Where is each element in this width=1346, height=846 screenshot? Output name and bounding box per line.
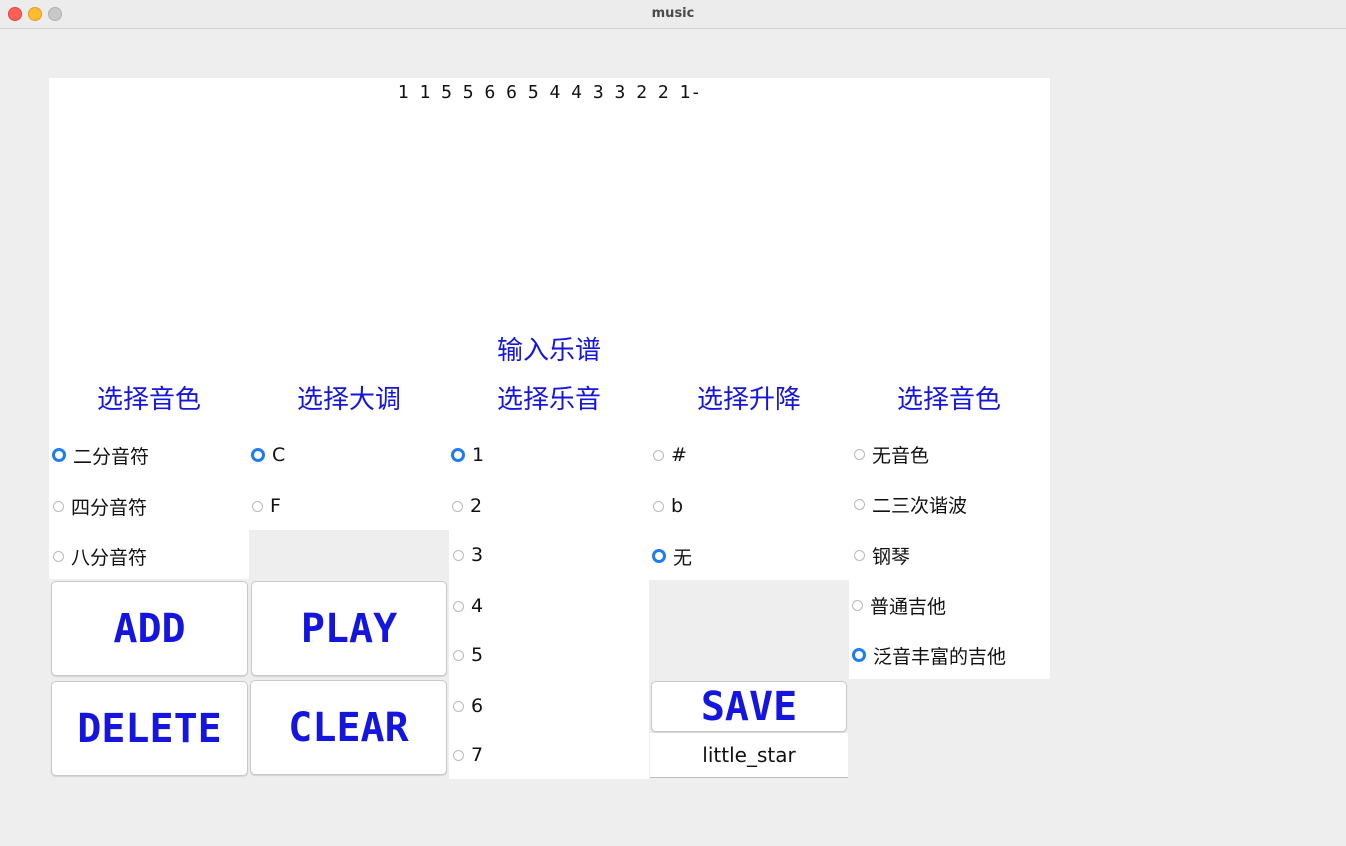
radio-label: b (671, 495, 684, 517)
radio-button-icon[interactable] (653, 500, 664, 512)
radio-label: 3 (471, 544, 484, 566)
radio-label: F (270, 495, 281, 517)
input-score-heading: 输入乐谱 (496, 336, 601, 366)
column-title-tone: 选择乐音 (496, 385, 601, 415)
radio-button-icon[interactable] (53, 550, 64, 562)
radio-label: 7 (471, 744, 484, 766)
radio-button-icon[interactable] (652, 549, 666, 563)
column-title-key: 选择大调 (296, 385, 401, 415)
radio-label: 钢琴 (872, 545, 911, 568)
radio-rich-guitar[interactable]: 泛音丰富的吉他 (852, 643, 1007, 668)
radio-label: 二分音符 (73, 445, 150, 468)
radio-button-icon[interactable] (854, 498, 865, 510)
radio-label: # (671, 444, 687, 466)
radio-label: 2 (470, 495, 483, 517)
delete-button[interactable]: DELETE (51, 681, 248, 776)
filename-field[interactable]: little_star (650, 733, 848, 778)
play-button[interactable]: PLAY (251, 581, 447, 676)
radio-button-icon[interactable] (453, 600, 464, 612)
radio-label: 5 (471, 644, 484, 666)
radio-tone-1[interactable]: 1 (451, 443, 484, 467)
radio-sharp[interactable]: # (653, 443, 687, 467)
radio-label: 4 (471, 595, 484, 617)
save-button[interactable]: SAVE (651, 681, 847, 732)
window-title: music (651, 6, 695, 21)
radio-eighth-note[interactable]: 八分音符 (53, 544, 148, 569)
radio-tone-3[interactable]: 3 (453, 543, 483, 567)
radio-no-timbre[interactable]: 无音色 (854, 442, 930, 467)
radio-button-icon[interactable] (854, 448, 865, 460)
radio-label: 1 (472, 444, 485, 466)
radio-label: C (272, 444, 286, 466)
clear-button[interactable]: CLEAR (250, 680, 447, 775)
column-title-timbre: 选择音色 (896, 385, 1001, 415)
radio-tone-4[interactable]: 4 (453, 594, 483, 618)
radio-button-icon[interactable] (451, 448, 465, 462)
radio-tone-5[interactable]: 5 (453, 643, 483, 667)
radio-key-f[interactable]: F (252, 494, 281, 518)
radio-button-icon[interactable] (852, 599, 863, 611)
radio-tone-2[interactable]: 2 (452, 494, 482, 518)
score-text: 1 1 5 5 6 6 5 4 4 3 3 2 2 1- (397, 82, 702, 103)
radio-flat[interactable]: b (653, 494, 683, 518)
radio-label: 普通吉他 (870, 595, 947, 618)
radio-label: 无音色 (872, 444, 930, 467)
radio-label: 八分音符 (71, 546, 148, 569)
radio-button-icon[interactable] (653, 449, 664, 461)
radio-quarter-note[interactable]: 四分音符 (53, 494, 148, 519)
radio-tone-6[interactable]: 6 (453, 694, 483, 718)
radio-guitar[interactable]: 普通吉他 (852, 593, 947, 618)
radio-label: 泛音丰富的吉他 (873, 645, 1007, 668)
radio-button-icon[interactable] (453, 549, 464, 561)
radio-button-icon[interactable] (453, 700, 464, 712)
radio-label: 无 (673, 546, 693, 569)
radio-button-icon[interactable] (452, 500, 463, 512)
title-bar: music (0, 0, 1346, 29)
radio-label: 二三次谐波 (872, 494, 968, 517)
score-display: 1 1 5 5 6 6 5 4 4 3 3 2 2 1- (49, 78, 1050, 329)
radio-label: 6 (471, 695, 484, 717)
radio-key-c[interactable]: C (251, 443, 285, 467)
radio-button-icon[interactable] (251, 448, 265, 462)
column-title-accidental: 选择升降 (696, 385, 801, 415)
column-title-duration: 选择音色 (96, 385, 201, 415)
radio-natural[interactable]: 无 (652, 544, 693, 569)
radio-button-icon[interactable] (854, 549, 865, 561)
radio-label: 四分音符 (71, 496, 148, 519)
radio-harmonics[interactable]: 二三次谐波 (854, 492, 968, 517)
radio-half-note[interactable]: 二分音符 (52, 443, 150, 468)
radio-button-icon[interactable] (453, 649, 464, 661)
add-button[interactable]: ADD (51, 581, 248, 676)
radio-piano[interactable]: 钢琴 (854, 543, 911, 568)
radio-button-icon[interactable] (252, 500, 263, 512)
radio-button-icon[interactable] (453, 749, 464, 761)
radio-button-icon[interactable] (53, 500, 64, 512)
radio-button-icon[interactable] (52, 448, 66, 462)
radio-tone-7[interactable]: 7 (453, 743, 483, 767)
radio-button-icon[interactable] (852, 648, 866, 662)
